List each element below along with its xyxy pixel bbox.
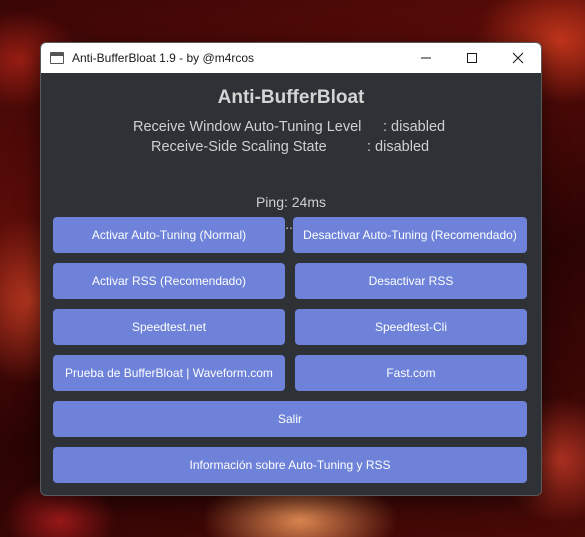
exit-button[interactable]: Salir bbox=[53, 401, 527, 437]
window-title: Anti-BufferBloat 1.9 - by @m4rcos bbox=[72, 51, 255, 65]
speedtest-net-button[interactable]: Speedtest.net bbox=[53, 309, 285, 345]
rss-value: : disabled bbox=[367, 139, 430, 155]
auto-tuning-value: : disabled bbox=[383, 119, 446, 135]
auto-tuning-status: Receive Window Auto-Tuning Level : disab… bbox=[41, 119, 541, 137]
fast-com-button[interactable]: Fast.com bbox=[295, 355, 527, 391]
activate-rss-button[interactable]: Activar RSS (Recomendado) bbox=[53, 263, 285, 299]
window-controls bbox=[403, 43, 541, 73]
deactivate-rss-button[interactable]: Desactivar RSS bbox=[295, 263, 527, 299]
app-heading: Anti-BufferBloat bbox=[217, 87, 365, 108]
app-window-icon bbox=[50, 52, 64, 64]
info-button[interactable]: Información sobre Auto-Tuning y RSS bbox=[53, 447, 527, 483]
deactivate-auto-tuning-button[interactable]: Desactivar Auto-Tuning (Recomendado) bbox=[293, 217, 527, 253]
auto-tuning-label: Receive Window Auto-Tuning Level bbox=[133, 119, 362, 135]
rss-status: Receive-Side Scaling State : disabled bbox=[41, 139, 541, 157]
main-panel: Anti-BufferBloat Receive Window Auto-Tun… bbox=[41, 73, 541, 495]
bufferbloat-test-button[interactable]: Prueba de BufferBloat | Waveform.com bbox=[53, 355, 285, 391]
maximize-icon bbox=[467, 53, 477, 63]
minimize-icon bbox=[421, 57, 431, 59]
ping-readout: Ping: 24ms bbox=[255, 194, 327, 210]
close-icon bbox=[512, 52, 524, 64]
activate-auto-tuning-button[interactable]: Activar Auto-Tuning (Normal) bbox=[53, 217, 285, 253]
rss-label: Receive-Side Scaling State bbox=[151, 139, 327, 155]
minimize-button[interactable] bbox=[403, 43, 449, 73]
maximize-button[interactable] bbox=[449, 43, 495, 73]
close-button[interactable] bbox=[495, 43, 541, 73]
app-window: Anti-BufferBloat 1.9 - by @m4rcos Anti-B… bbox=[40, 42, 542, 496]
title-bar[interactable]: Anti-BufferBloat 1.9 - by @m4rcos bbox=[41, 43, 541, 73]
speedtest-cli-button[interactable]: Speedtest-Cli bbox=[295, 309, 527, 345]
